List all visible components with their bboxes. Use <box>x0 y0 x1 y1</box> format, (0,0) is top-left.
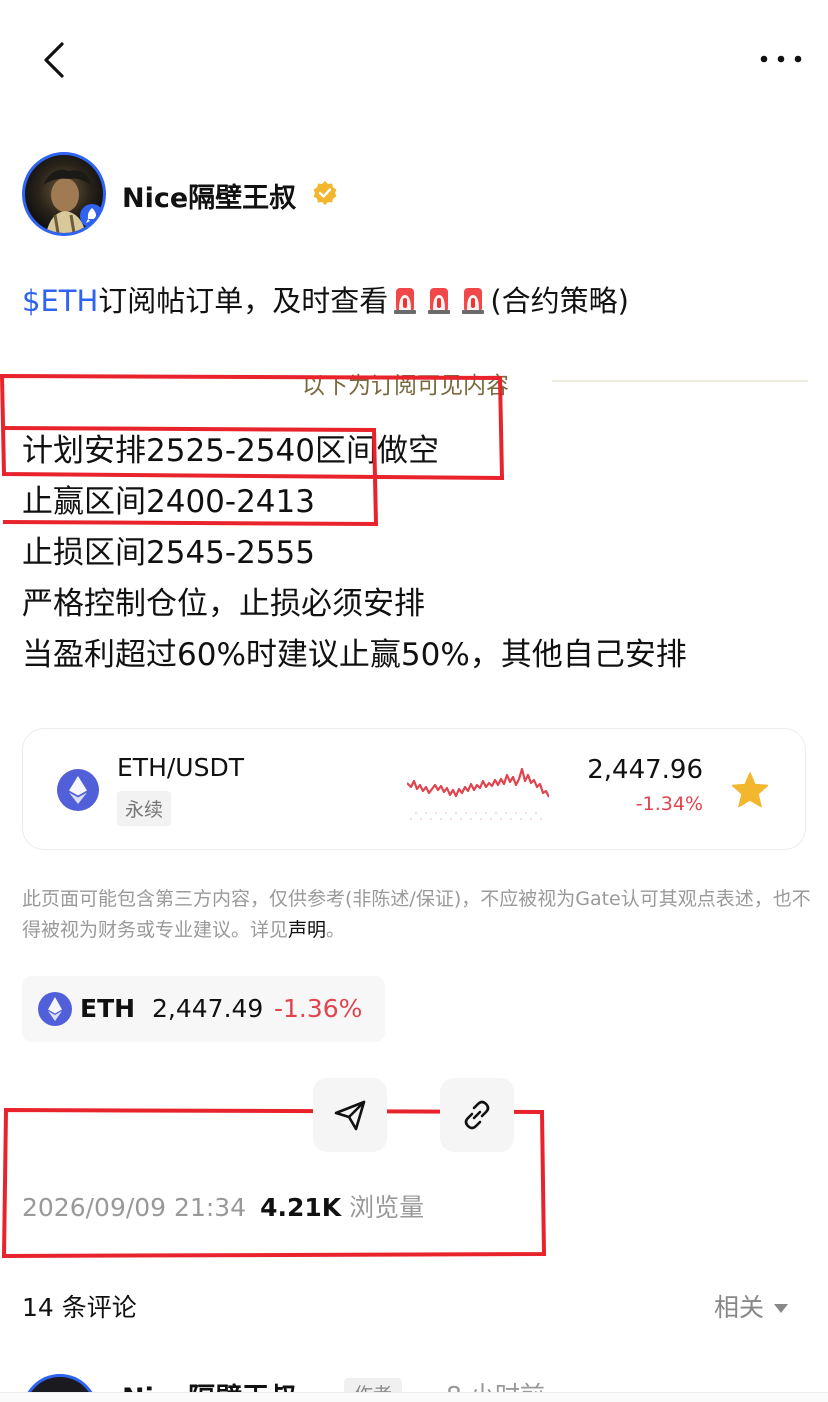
post-line: 当盈利超过60%时建议止赢50%，其他自己安排 <box>22 637 687 673</box>
post-title: $ETH订阅帖订单，及时查看 (合约策略) <box>22 278 629 320</box>
star-icon[interactable] <box>731 771 769 809</box>
post-body: 计划安排2525-2540区间做空 止赢区间2400-2413 止损区间2545… <box>22 426 687 681</box>
top-bar <box>0 0 828 120</box>
post-line: 计划安排2525-2540区间做空 <box>22 433 439 469</box>
disclaimer-end: 。 <box>326 919 346 941</box>
author-avatar[interactable] <box>22 152 106 236</box>
card-price: 2,447.96 <box>587 755 703 785</box>
link-icon <box>464 1100 490 1130</box>
author-name[interactable]: Nice隔壁王叔 <box>122 176 296 215</box>
back-button[interactable] <box>34 38 74 82</box>
siren-emoji-icon <box>462 288 485 314</box>
ticker-change: -1.36% <box>274 994 363 1023</box>
post-title-suffix: (合约策略) <box>490 284 629 318</box>
sparkline-chart-icon <box>407 767 549 820</box>
post-title-text: 订阅帖订单，及时查看 <box>98 284 389 318</box>
ticker-price: 2,447.49 <box>152 994 264 1023</box>
disclaimer: 此页面可能包含第三方内容，仅供参考(非陈述/保证)，不应被视为Gate认可其观点… <box>22 884 812 946</box>
subscriber-divider-line <box>552 380 808 382</box>
comment-author[interactable]: Nice隔壁王叔 <box>122 1376 296 1392</box>
disclaimer-text: 此页面可能包含第三方内容，仅供参考(非陈述/保证)，不应被视为Gate认可其观点… <box>22 888 811 941</box>
post-timestamp: 2026/09/09 21:34 <box>22 1193 247 1222</box>
post-line: 止损区间2545-2555 <box>22 535 315 571</box>
ethereum-icon <box>57 769 99 811</box>
siren-emoji-icon <box>394 288 417 314</box>
siren-emoji-icon <box>428 288 451 314</box>
views-label: 浏览量 <box>349 1193 425 1222</box>
more-options-button[interactable] <box>756 44 806 74</box>
bottom-edge <box>0 1392 828 1402</box>
subscriber-divider-label: 以下为订阅可见内容 <box>302 373 509 399</box>
post-author: Nice隔壁王叔 <box>22 152 622 236</box>
views-count: 4.21K <box>260 1193 342 1222</box>
chevron-left-icon <box>44 42 64 78</box>
pair-name: ETH/USDT <box>117 753 244 782</box>
card-change: -1.34% <box>635 793 703 815</box>
comments-title: 14 条评论 <box>22 1293 137 1322</box>
sort-label: 相关 <box>714 1293 765 1322</box>
comment-item[interactable]: Nice隔壁王叔 作者 8 小时前 <box>22 1370 828 1392</box>
more-horizontal-icon <box>760 55 802 63</box>
comment-time: 8 小时前 <box>446 1376 545 1392</box>
perpetual-badge: 永续 <box>117 791 172 826</box>
post-line: 止赢区间2400-2413 <box>22 484 315 520</box>
disclaimer-link[interactable]: 声明 <box>288 919 326 941</box>
post-meta: 2026/09/09 21:34 4.21K 浏览量 <box>22 1188 424 1224</box>
ticker-symbol: ETH <box>80 994 136 1023</box>
post-line: 严格控制仓位，止损必须安排 <box>22 586 425 622</box>
rocket-badge-icon <box>80 204 103 228</box>
ethereum-icon <box>38 992 72 1026</box>
send-icon <box>334 1100 366 1131</box>
comment-avatar[interactable] <box>22 1374 98 1392</box>
ticker-chip[interactable]: ETH 2,447.49 -1.36% <box>22 976 385 1042</box>
market-card[interactable]: ETH/USDT 永续 2,447.96 -1.34% <box>22 728 806 850</box>
share-button[interactable] <box>313 1078 387 1152</box>
copy-link-button[interactable] <box>440 1078 514 1152</box>
author-badge: 作者 <box>344 1378 403 1392</box>
ticker-tag[interactable]: $ETH <box>22 284 98 318</box>
comment-sort-select[interactable]: 相关 <box>714 1288 789 1324</box>
verified-badge-icon <box>313 181 337 205</box>
caret-down-icon <box>774 1304 789 1313</box>
